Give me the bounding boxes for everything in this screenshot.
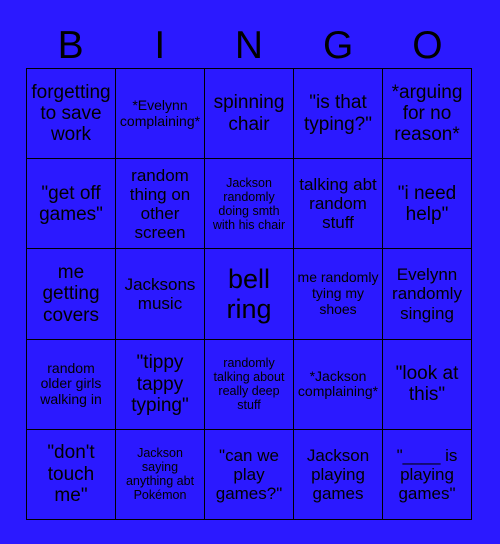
bingo-cell[interactable]: random thing on other screen xyxy=(116,159,205,250)
bingo-cell-text: Jackson playing games xyxy=(306,445,370,503)
bingo-cell-text: me randomly tying my shoes xyxy=(297,269,379,317)
bingo-cell-text: Evelynn randomly singing xyxy=(392,265,462,323)
bingo-cell-text: spinning chair xyxy=(213,92,285,135)
bingo-cell[interactable]: randomly talking about really deep stuff xyxy=(205,339,294,430)
header-letter-b: B xyxy=(57,23,84,67)
bingo-cell-text: *arguing for no reason* xyxy=(391,81,463,146)
bingo-cell-text: bell ring xyxy=(226,263,272,324)
bingo-cell[interactable]: *Jackson complaining* xyxy=(294,339,383,430)
bingo-cell-text: "tippy tappy typing" xyxy=(131,352,189,416)
bingo-cell[interactable]: Jackson randomly doing smth with his cha… xyxy=(205,159,294,250)
bingo-cell-text: "is that typing?" xyxy=(303,92,372,135)
bingo-cell-text: me getting covers xyxy=(42,262,100,326)
bingo-cell[interactable]: "____ is playing games" xyxy=(383,429,472,520)
bingo-grid: forgetting to save work *Evelynn complai… xyxy=(26,68,472,520)
bingo-cell-text: random older girls walking in xyxy=(40,359,102,408)
bingo-cell-text: forgetting to save work xyxy=(31,81,111,146)
bingo-cell-text: Jackson randomly doing smth with his cha… xyxy=(212,175,286,232)
bingo-cell[interactable]: "look at this" xyxy=(383,339,472,430)
bingo-cell-text: "i need help" xyxy=(397,182,457,225)
bingo-cell-text: *Evelynn complaining* xyxy=(119,96,201,129)
bingo-cell-text: "get off games" xyxy=(39,182,103,225)
bingo-cell[interactable]: spinning chair xyxy=(205,69,294,160)
bingo-cell[interactable]: random older girls walking in xyxy=(27,339,116,430)
bingo-cell-text: random thing on other screen xyxy=(129,165,191,242)
bingo-cell[interactable]: Jackson playing games xyxy=(294,429,383,520)
bingo-cell[interactable]: Evelynn randomly singing xyxy=(383,249,472,340)
bingo-cell[interactable]: "get off games" xyxy=(27,159,116,250)
bingo-cell[interactable]: me randomly tying my shoes xyxy=(294,249,383,340)
bingo-cell-text: "can we play games?" xyxy=(215,445,283,503)
bingo-cell-text: "look at this" xyxy=(395,362,459,406)
bingo-cell[interactable]: "can we play games?" xyxy=(205,429,294,520)
header-letter-i: I xyxy=(154,23,166,67)
bingo-cell[interactable]: "don't touch me" xyxy=(27,429,116,520)
bingo-cell[interactable]: talking abt random stuff xyxy=(294,159,383,250)
header-letter-o: O xyxy=(412,23,443,67)
bingo-cell[interactable]: forgetting to save work xyxy=(27,69,116,160)
bingo-cell[interactable]: Jackson saying anything abt Pokémon xyxy=(116,429,205,520)
bingo-header: B I N G O xyxy=(26,22,472,68)
bingo-cell-text: "____ is playing games" xyxy=(396,445,458,503)
bingo-cell[interactable]: Jacksons music xyxy=(116,249,205,340)
bingo-cell-text: Jacksons music xyxy=(124,274,196,313)
bingo-cell-text: *Jackson complaining* xyxy=(297,367,379,400)
bingo-card: B I N G O forgetting to save work *Evely… xyxy=(0,0,500,544)
bingo-cell[interactable]: *Evelynn complaining* xyxy=(116,69,205,160)
header-letter-n: N xyxy=(234,23,264,67)
bingo-cell-text: Jackson saying anything abt Pokémon xyxy=(125,446,195,503)
header-letter-g: G xyxy=(323,23,354,67)
bingo-cell[interactable]: me getting covers xyxy=(27,249,116,340)
bingo-cell-free[interactable]: bell ring xyxy=(205,249,294,340)
bingo-cell[interactable]: "i need help" xyxy=(383,159,472,250)
bingo-cell[interactable]: "is that typing?" xyxy=(294,69,383,160)
bingo-cell[interactable]: "tippy tappy typing" xyxy=(116,339,205,430)
bingo-cell[interactable]: *arguing for no reason* xyxy=(383,69,472,160)
bingo-cell-text: talking abt random stuff xyxy=(299,175,377,233)
bingo-cell-text: "don't touch me" xyxy=(47,442,95,507)
bingo-cell-text: randomly talking about really deep stuff xyxy=(213,356,285,413)
